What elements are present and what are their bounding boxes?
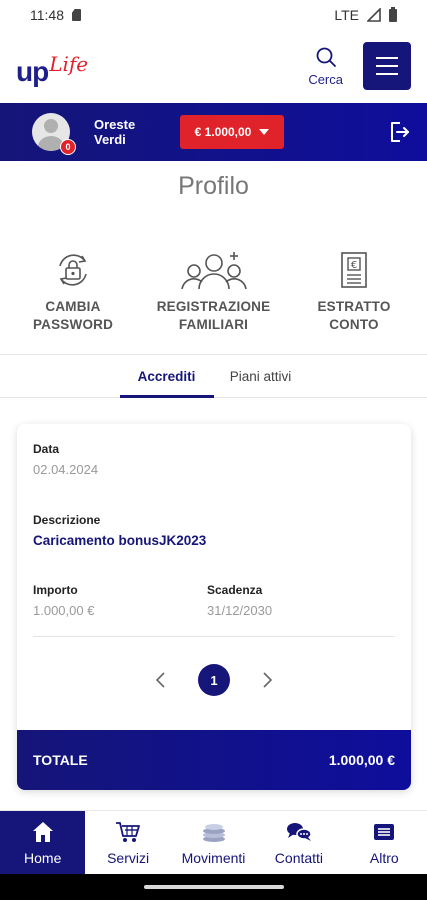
user-name: Oreste Verdi bbox=[94, 117, 154, 147]
signal-icon bbox=[367, 8, 381, 22]
action-label-line: CONTO bbox=[329, 317, 379, 332]
action-label-line: ESTRATTO bbox=[317, 299, 391, 314]
search-icon bbox=[316, 47, 336, 67]
svg-text:€: € bbox=[351, 260, 357, 271]
family-registration-label: REGISTRAZIONE FAMILIARI bbox=[157, 298, 271, 334]
search-label: Cerca bbox=[308, 71, 343, 87]
bottom-nav: Home Servizi Movimenti Contatti Altro bbox=[0, 810, 427, 874]
change-password-button[interactable]: CAMBIA PASSWORD bbox=[8, 248, 138, 334]
chevron-left-icon bbox=[155, 672, 165, 688]
status-network: LTE bbox=[334, 7, 359, 23]
profile-actions: CAMBIA PASSWORD REGISTRAZIONE FAMILIARI bbox=[0, 248, 427, 334]
status-time: 11:48 bbox=[30, 7, 64, 23]
page-title: Profilo bbox=[178, 172, 249, 200]
change-password-label: CAMBIA PASSWORD bbox=[33, 298, 113, 334]
nav-label: Servizi bbox=[107, 849, 150, 866]
date-label: Data bbox=[33, 442, 60, 456]
avatar[interactable]: 0 bbox=[32, 113, 76, 155]
balance-value: € 1.000,00 bbox=[194, 125, 252, 139]
sim-card-icon bbox=[72, 9, 81, 21]
amount-label: Importo bbox=[33, 583, 78, 597]
status-left: 11:48 bbox=[30, 7, 81, 23]
date-value: 02.04.2024 bbox=[33, 462, 99, 477]
tabs: Accrediti Piani attivi bbox=[0, 356, 427, 398]
account-statement-label: ESTRATTO CONTO bbox=[317, 298, 390, 334]
home-icon bbox=[31, 820, 55, 844]
caret-down-icon bbox=[259, 129, 270, 135]
nav-movimenti[interactable]: Movimenti bbox=[171, 811, 256, 874]
action-label-line: REGISTRAZIONE bbox=[156, 299, 271, 314]
list-icon bbox=[372, 820, 396, 844]
hamburger-menu-button[interactable] bbox=[363, 42, 411, 90]
account-statement-button[interactable]: € ESTRATTO CONTO bbox=[289, 248, 419, 334]
chat-icon bbox=[285, 820, 313, 844]
total-label: TOTALE bbox=[33, 752, 88, 768]
action-label-line: FAMILIARI bbox=[178, 317, 249, 332]
user-last-name: Verdi bbox=[94, 132, 126, 147]
family-add-icon bbox=[179, 248, 249, 292]
avatar-head bbox=[44, 119, 58, 133]
credit-card-details: Data 02.04.2024 Descrizione Caricamento … bbox=[17, 424, 411, 790]
total-value: 1.000,00 € bbox=[328, 752, 395, 768]
logo-up-text: up bbox=[16, 56, 49, 87]
card-divider bbox=[33, 636, 395, 637]
pagination: 1 bbox=[17, 664, 411, 696]
coins-icon bbox=[200, 820, 228, 844]
description-label: Descrizione bbox=[33, 513, 101, 527]
search-button[interactable]: Cerca bbox=[308, 46, 343, 87]
nav-label: Contatti bbox=[274, 849, 324, 866]
status-bar: 11:48 LTE bbox=[0, 0, 427, 30]
section-divider bbox=[0, 354, 427, 355]
family-registration-button[interactable]: REGISTRAZIONE FAMILIARI bbox=[149, 248, 279, 334]
logout-icon bbox=[391, 122, 409, 142]
tab-piani-attivi[interactable]: Piani attivi bbox=[214, 356, 308, 397]
action-label-line: CAMBIA bbox=[45, 299, 101, 314]
cart-icon bbox=[115, 820, 141, 844]
nav-altro[interactable]: Altro bbox=[342, 811, 427, 874]
balance-dropdown[interactable]: € 1.000,00 bbox=[180, 115, 284, 149]
logo-life-text: Life bbox=[49, 52, 89, 76]
total-bar: TOTALE 1.000,00 € bbox=[17, 730, 411, 790]
menu-line bbox=[376, 57, 398, 59]
chevron-right-icon bbox=[263, 672, 273, 688]
next-page-button[interactable] bbox=[258, 670, 278, 690]
nav-servizi[interactable]: Servizi bbox=[85, 811, 170, 874]
status-right: LTE bbox=[334, 6, 397, 23]
lock-refresh-icon bbox=[52, 248, 94, 292]
expiry-label: Scadenza bbox=[207, 583, 263, 597]
euro-document-icon: € bbox=[339, 248, 369, 292]
home-indicator[interactable] bbox=[143, 885, 284, 889]
system-nav-bar bbox=[0, 874, 427, 900]
user-bar: 0 Oreste Verdi € 1.000,00 bbox=[0, 103, 427, 161]
app-header: up Life Cerca bbox=[0, 30, 427, 102]
battery-icon bbox=[389, 6, 397, 22]
menu-line bbox=[376, 73, 398, 75]
expiry-value: 31/12/2030 bbox=[207, 603, 273, 618]
nav-home[interactable]: Home bbox=[0, 811, 86, 874]
header-actions: Cerca bbox=[308, 42, 411, 90]
nav-label: Altro bbox=[369, 849, 399, 866]
menu-line bbox=[376, 65, 398, 67]
description-value: Caricamento bonusJK2023 bbox=[33, 533, 207, 548]
prev-page-button[interactable] bbox=[150, 670, 170, 690]
logout-button[interactable] bbox=[385, 118, 413, 146]
nav-label: Movimenti bbox=[181, 849, 246, 866]
notification-badge: 0 bbox=[60, 139, 76, 155]
nav-label: Home bbox=[24, 849, 62, 866]
amount-value: 1.000,00 € bbox=[33, 603, 95, 618]
user-first-name: Oreste bbox=[94, 117, 136, 132]
tab-accrediti[interactable]: Accrediti bbox=[119, 356, 214, 398]
page-number[interactable]: 1 bbox=[198, 664, 230, 696]
uplife-logo[interactable]: up Life bbox=[16, 46, 88, 86]
action-label-line: PASSWORD bbox=[32, 317, 114, 332]
nav-contatti[interactable]: Contatti bbox=[256, 811, 341, 874]
